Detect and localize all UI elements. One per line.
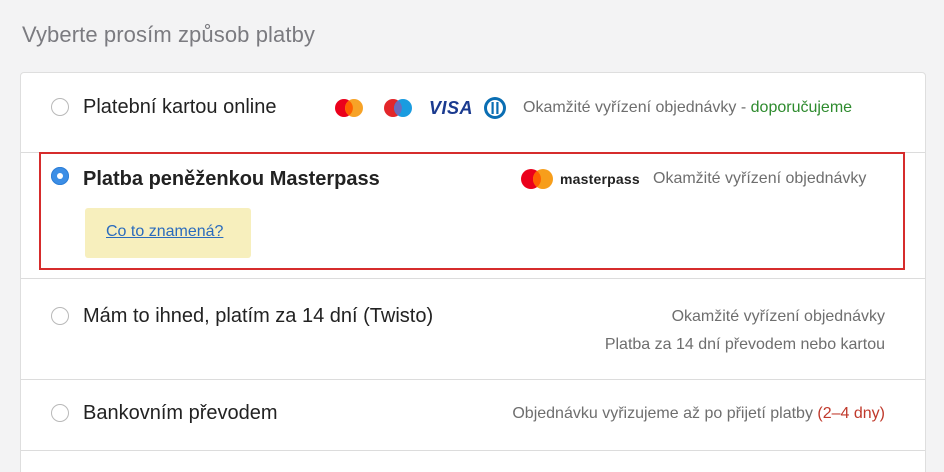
help-box: Co to znamená? xyxy=(85,208,251,258)
visa-icon: VISA xyxy=(429,98,474,118)
option-note-twisto: Okamžité vyřízení objednávky xyxy=(671,308,885,325)
option-note-card: Okamžité vyřízení objednávky - doporučuj… xyxy=(523,99,853,116)
payment-option-twisto[interactable]: Mám to ihned, platím za 14 dní (Twisto) … xyxy=(21,279,925,379)
recommended-badge: doporučujeme xyxy=(750,99,853,116)
option-label-twisto: Mám to ihned, platím za 14 dní (Twisto) xyxy=(83,305,434,327)
maestro-icon xyxy=(384,99,412,117)
what-does-it-mean-link[interactable]: Co to znamená? xyxy=(106,223,223,241)
radio-bank-transfer[interactable] xyxy=(51,404,69,422)
mastercard-icon xyxy=(335,99,363,117)
divider xyxy=(21,450,925,451)
option-note2-twisto: Platba za 14 dní převodem nebo kartou xyxy=(604,336,885,353)
option-label-bank-transfer: Bankovním převodem xyxy=(83,402,278,424)
radio-card[interactable] xyxy=(51,98,69,116)
payment-option-card[interactable]: Platební kartou online VISA Okamžité vyř… xyxy=(21,73,925,152)
page-title: Vyberte prosím způsob platby xyxy=(22,22,316,47)
processing-time-badge: (2–4 dny) xyxy=(817,405,885,422)
radio-twisto[interactable] xyxy=(51,307,69,325)
diners-club-icon xyxy=(484,97,506,119)
payment-methods-panel: Platební kartou online VISA Okamžité vyř… xyxy=(20,72,926,472)
option-note-bank-transfer: Objednávku vyřizujeme až po přijetí plat… xyxy=(512,405,885,422)
option-label-card: Platební kartou online xyxy=(83,96,277,118)
payment-option-bank-transfer[interactable]: Bankovním převodem Objednávku vyřizujeme… xyxy=(21,380,925,450)
